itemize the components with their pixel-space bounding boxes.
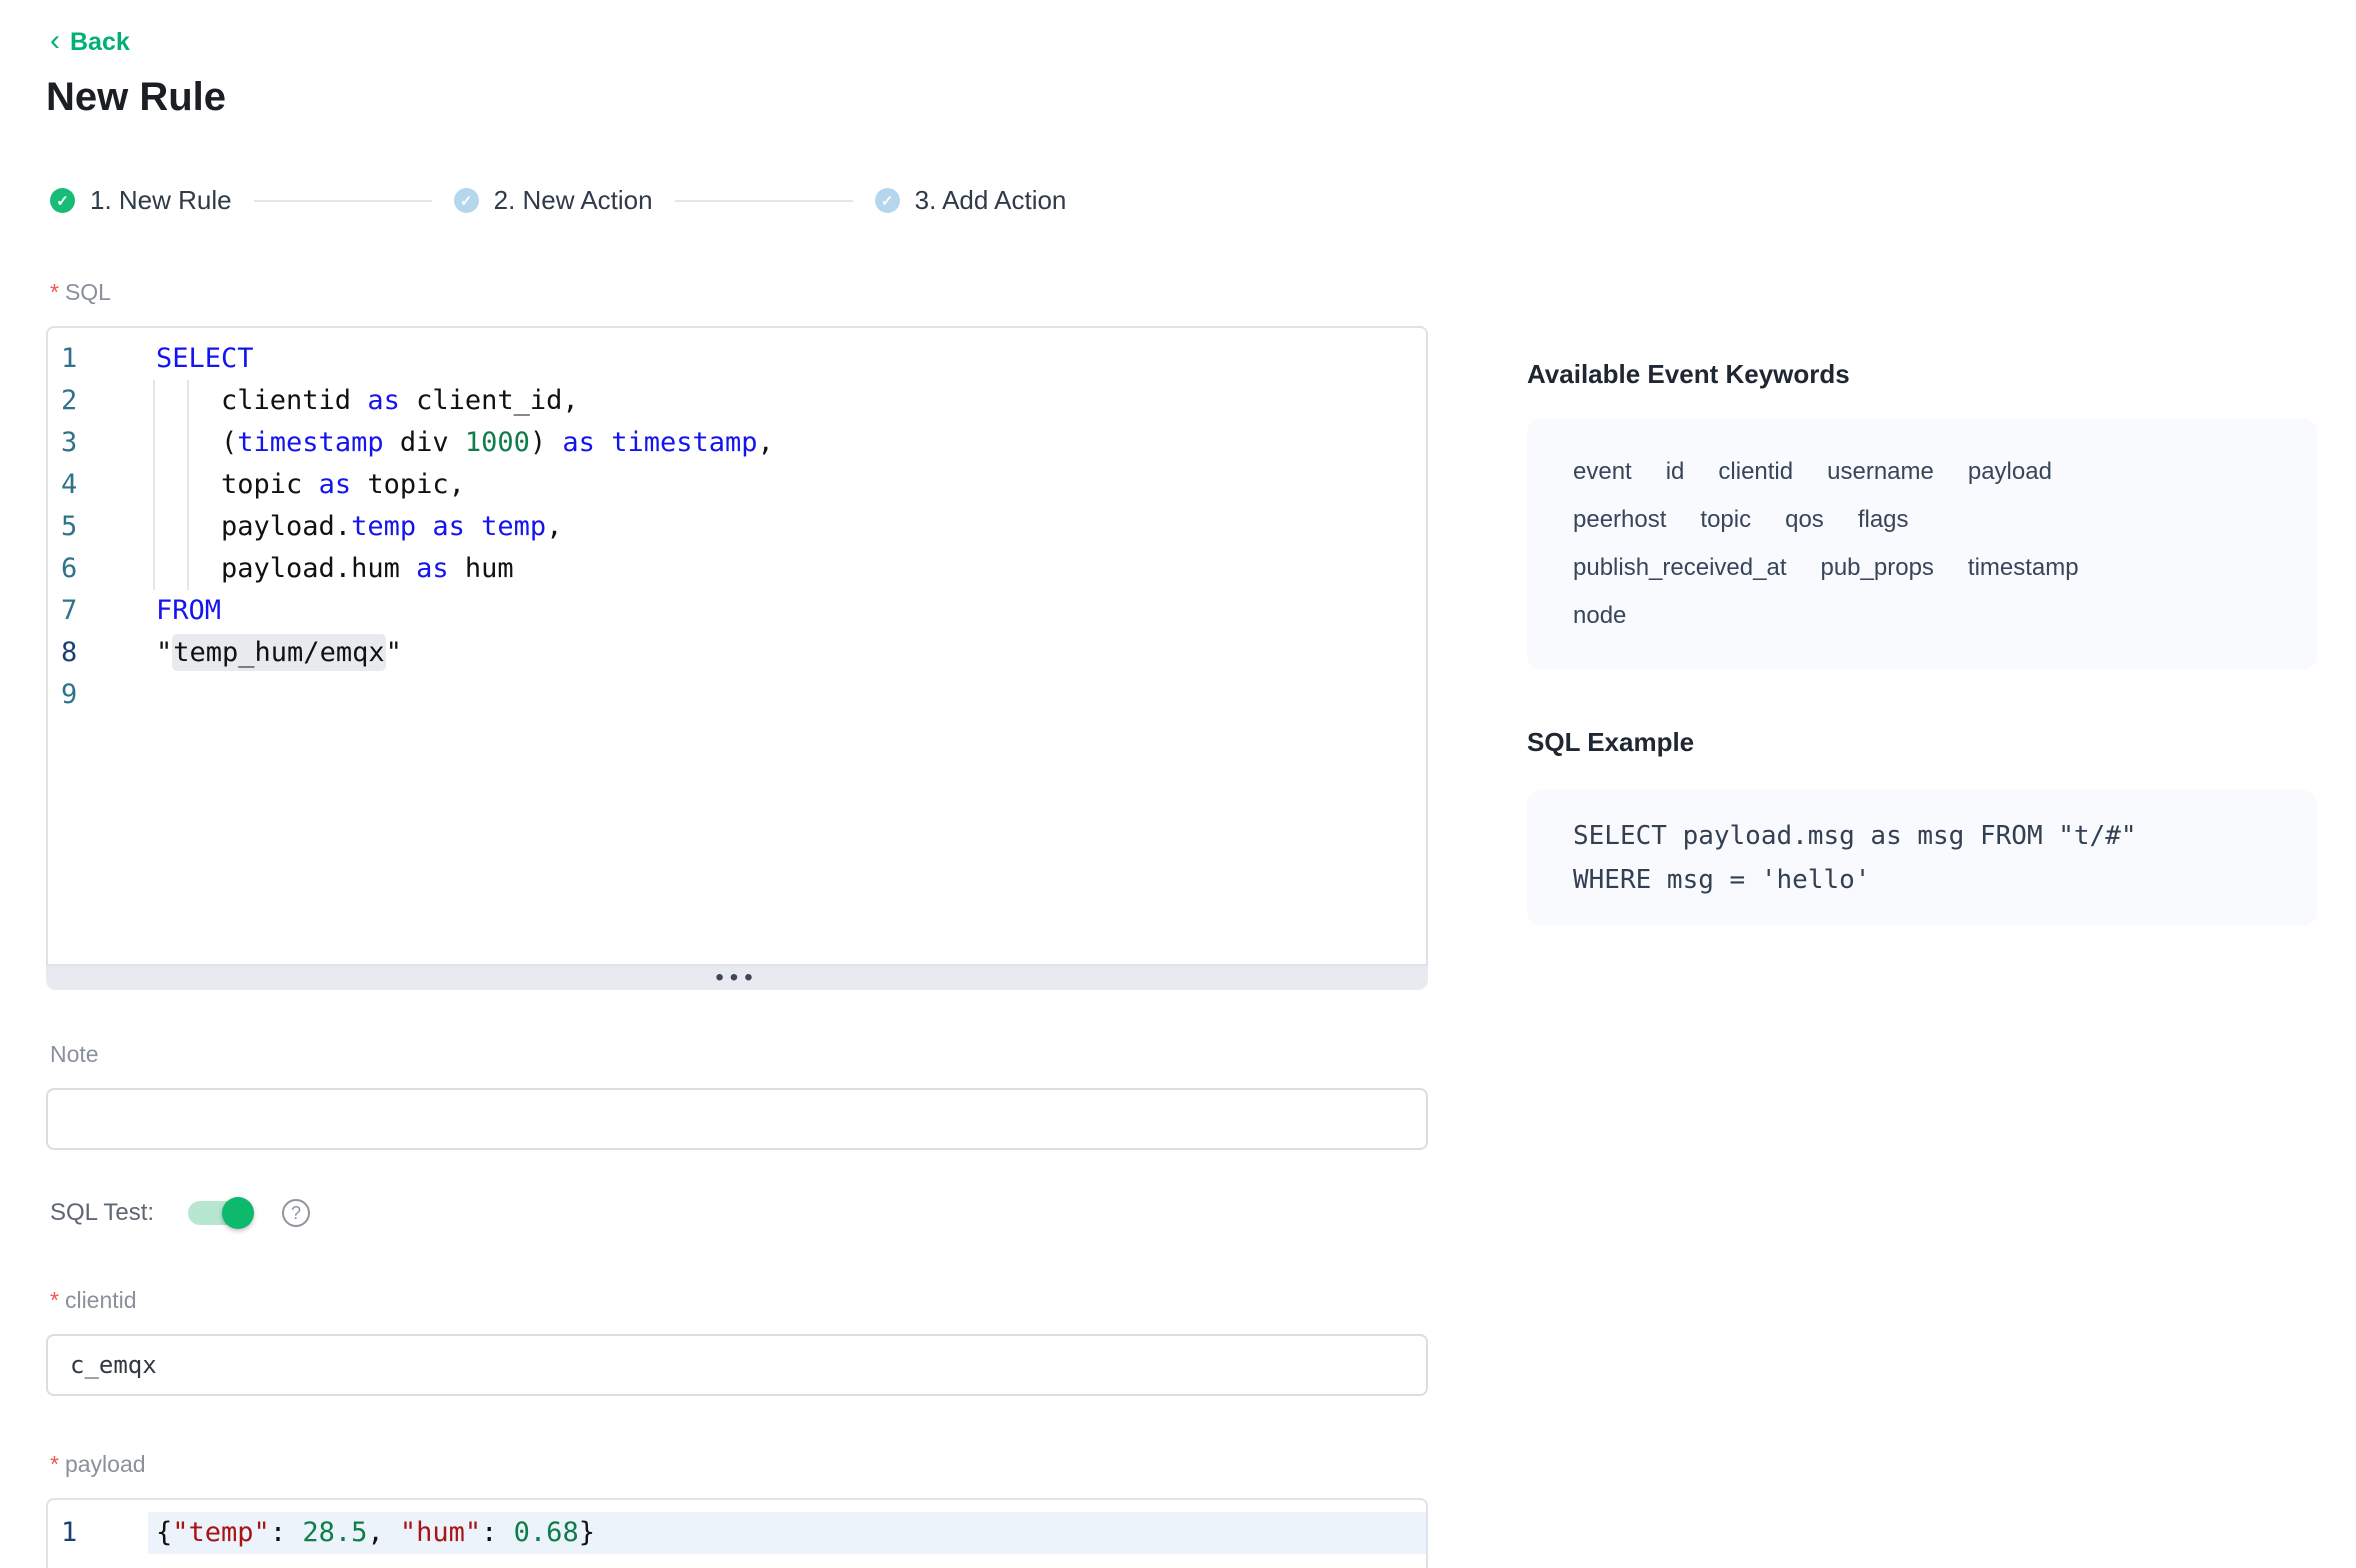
event-keyword: qos — [1785, 506, 1824, 533]
new-rule-page: ‹ Back New Rule ✓ 1. New Rule ✓ 2. New A… — [0, 28, 2356, 1568]
line-number: 8 — [48, 632, 148, 674]
event-keyword: id — [1666, 458, 1685, 485]
line-number: 6 — [48, 548, 148, 590]
line-number: 2 — [48, 380, 148, 422]
event-keyword: flags — [1858, 506, 1909, 533]
step-label: 1. New Rule — [90, 185, 232, 216]
step-connector — [254, 200, 432, 202]
sql-field-label: *SQL — [50, 278, 2356, 306]
step-label: 3. Add Action — [915, 185, 1067, 216]
check-circle-icon: ✓ — [875, 188, 900, 213]
note-field-label: Note — [50, 1040, 2356, 1068]
code-line[interactable]: 4 topic as topic, — [48, 464, 1426, 506]
sql-example-line: WHERE msg = 'hello' — [1573, 858, 2287, 902]
line-number: 4 — [48, 464, 148, 506]
code-text: {"temp": 28.5, "hum": 0.68} — [148, 1512, 1426, 1554]
line-number: 1 — [48, 1512, 148, 1554]
code-text: clientid as client_id, — [148, 380, 1426, 422]
sql-example-box: SELECT payload.msg as msg FROM "t/#" WHE… — [1527, 790, 2317, 926]
payload-field-label: *payload — [50, 1450, 2356, 1478]
code-line[interactable]: 7FROM — [48, 590, 1426, 632]
line-number: 5 — [48, 506, 148, 548]
code-line[interactable]: 5 payload.temp as temp, — [48, 506, 1426, 548]
required-star: * — [50, 279, 59, 305]
sql-test-row: SQL Test: ? — [50, 1196, 2356, 1230]
event-keyword: clientid — [1718, 458, 1793, 485]
sql-example-line: SELECT payload.msg as msg FROM "t/#" — [1573, 814, 2287, 858]
event-keyword: node — [1573, 602, 1626, 629]
help-icon[interactable]: ? — [282, 1199, 310, 1227]
step-indicator: ✓ 1. New Rule ✓ 2. New Action ✓ 3. Add A… — [50, 185, 2356, 216]
code-line[interactable]: 6 payload.hum as hum — [48, 548, 1426, 590]
keyword-row: peerhost topic qos flags — [1573, 496, 2317, 544]
drag-dots-icon: ••• — [715, 973, 758, 983]
sidebar-help-panel: Available Event Keywords event id clientid… — [1527, 358, 2317, 926]
code-line[interactable]: 9 — [48, 674, 1426, 716]
line-number: 7 — [48, 590, 148, 632]
required-star: * — [50, 1451, 59, 1477]
code-text — [148, 674, 1426, 716]
keyword-row: node — [1573, 592, 2317, 640]
event-keyword: pub_props — [1820, 554, 1933, 581]
code-line[interactable]: 3 (timestamp div 1000) as timestamp, — [48, 422, 1426, 464]
step-connector — [675, 200, 853, 202]
note-input[interactable] — [46, 1088, 1428, 1150]
code-line[interactable]: 2 clientid as client_id, — [48, 380, 1426, 422]
step-new-rule[interactable]: ✓ 1. New Rule — [50, 185, 232, 216]
back-link[interactable]: ‹ Back — [50, 28, 130, 57]
indent-guide — [153, 380, 155, 590]
toggle-knob — [222, 1197, 254, 1229]
code-text: topic as topic, — [148, 464, 1426, 506]
clientid-field-label: *clientid — [50, 1286, 2356, 1314]
event-keyword: event — [1573, 458, 1632, 485]
sql-test-label: SQL Test: — [50, 1199, 154, 1227]
code-line[interactable]: 1SELECT — [48, 338, 1426, 380]
page-title: New Rule — [46, 73, 2356, 121]
code-text: FROM — [148, 590, 1426, 632]
back-label: Back — [70, 28, 130, 57]
check-circle-icon: ✓ — [50, 188, 75, 213]
code-line[interactable]: 8"temp_hum/emqx" — [48, 632, 1426, 674]
step-new-action[interactable]: ✓ 2. New Action — [454, 185, 653, 216]
code-text: "temp_hum/emqx" — [148, 632, 1426, 674]
code-text: (timestamp div 1000) as timestamp, — [148, 422, 1426, 464]
code-text: payload.hum as hum — [148, 548, 1426, 590]
event-keywords-box: event id clientid username payload peerhost to… — [1527, 418, 2317, 670]
clientid-input[interactable] — [46, 1334, 1428, 1396]
event-keyword: publish_received_at — [1573, 554, 1786, 581]
check-circle-icon: ✓ — [454, 188, 479, 213]
sql-example-title: SQL Example — [1527, 726, 2317, 758]
sql-editor[interactable]: 1SELECT2 clientid as client_id,3 (timest… — [46, 326, 1428, 966]
keywords-panel-title: Available Event Keywords — [1527, 358, 2317, 390]
code-text: payload.temp as temp, — [148, 506, 1426, 548]
event-keyword: username — [1827, 458, 1934, 485]
keyword-row: publish_received_at pub_props timestamp — [1573, 544, 2317, 592]
indent-guide — [187, 380, 189, 590]
chevron-left-icon: ‹ — [50, 29, 60, 53]
code-line[interactable]: 1{"temp": 28.5, "hum": 0.68} — [48, 1512, 1426, 1554]
event-keyword: payload — [1968, 458, 2052, 485]
payload-editor[interactable]: 1{"temp": 28.5, "hum": 0.68} — [46, 1498, 1428, 1568]
code-text: SELECT — [148, 338, 1426, 380]
keyword-row: event id clientid username payload — [1573, 448, 2317, 496]
event-keyword: timestamp — [1968, 554, 2079, 581]
event-keyword: peerhost — [1573, 506, 1666, 533]
required-star: * — [50, 1287, 59, 1313]
line-number: 1 — [48, 338, 148, 380]
event-keyword: topic — [1700, 506, 1751, 533]
line-number: 3 — [48, 422, 148, 464]
line-number: 9 — [48, 674, 148, 716]
step-label: 2. New Action — [494, 185, 653, 216]
editor-resize-handle[interactable]: ••• — [46, 966, 1428, 990]
step-add-action[interactable]: ✓ 3. Add Action — [875, 185, 1067, 216]
sql-test-toggle[interactable] — [188, 1201, 252, 1225]
